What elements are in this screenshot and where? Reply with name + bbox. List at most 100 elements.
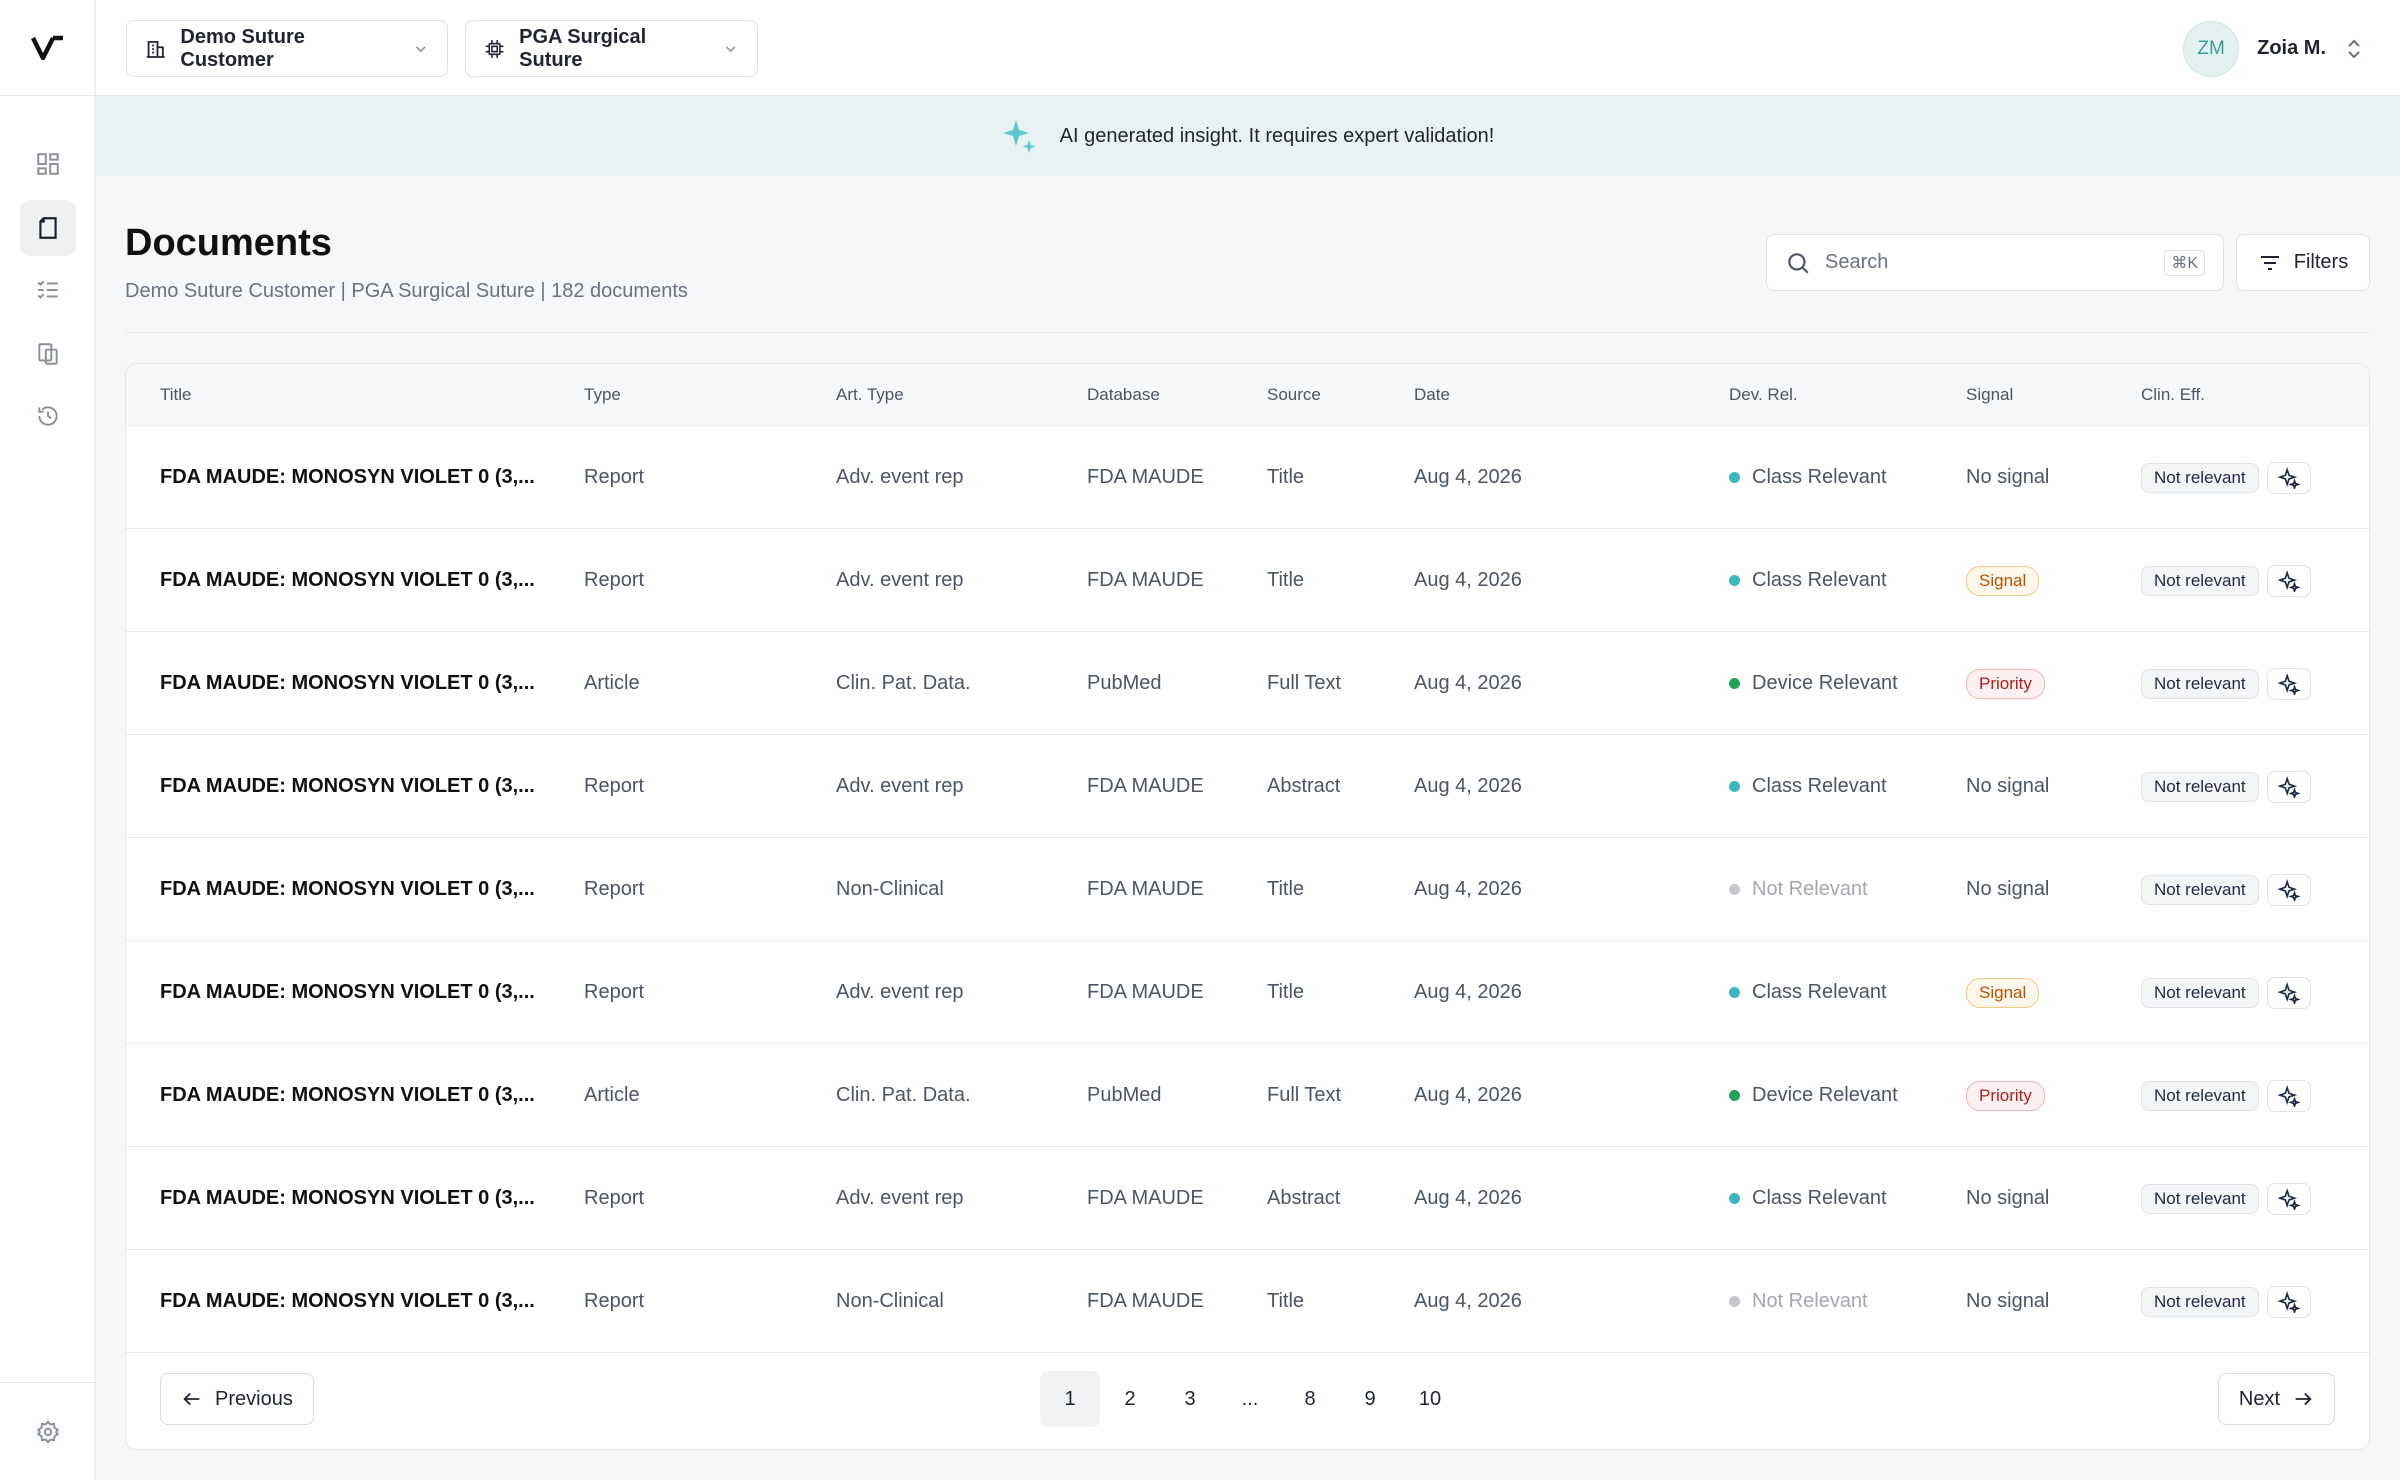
column-header-database[interactable]: Database xyxy=(1087,364,1160,426)
documents-table: Title Type Art. Type Database Source Dat… xyxy=(125,363,2370,1450)
document-title[interactable]: FDA MAUDE: MONOSYN VIOLET 0 (3,... xyxy=(160,1044,535,1147)
dev-relevance: Class Relevant xyxy=(1729,735,1887,838)
page-number-button[interactable]: 1 xyxy=(1040,1371,1100,1427)
document-title[interactable]: FDA MAUDE: MONOSYN VIOLET 0 (3,... xyxy=(160,735,535,838)
next-button[interactable]: Next xyxy=(2217,1373,2335,1425)
search-input[interactable] xyxy=(1825,251,2151,274)
source: Title xyxy=(1267,569,1305,591)
page-number-button[interactable]: 8 xyxy=(1280,1371,1340,1427)
ai-sparkle-button[interactable] xyxy=(2266,1079,2311,1112)
app-logo[interactable] xyxy=(0,0,96,96)
column-header-title[interactable]: Title xyxy=(160,364,192,426)
source: Title xyxy=(1267,1290,1305,1312)
dev-relevance: Class Relevant xyxy=(1729,941,1887,1044)
document-title[interactable]: FDA MAUDE: MONOSYN VIOLET 0 (3,... xyxy=(160,1250,535,1353)
status-dot xyxy=(1729,472,1740,483)
signal: Priority xyxy=(1966,1044,2045,1147)
signal: No signal xyxy=(1966,838,2049,941)
dev-relevance-label: Class Relevant xyxy=(1752,1187,1887,1209)
database: FDA MAUDE xyxy=(1087,569,1204,591)
page-number-button[interactable]: 3 xyxy=(1160,1371,1220,1427)
table-row[interactable]: FDA MAUDE: MONOSYN VIOLET 0 (3,... Report… xyxy=(126,1147,2369,1250)
source: Full Text xyxy=(1267,1084,1342,1106)
user-menu[interactable]: ZM Zoia M. xyxy=(2183,20,2364,77)
document-type: Report xyxy=(584,1290,645,1312)
checklist-icon[interactable] xyxy=(20,262,76,318)
ai-sparkle-button[interactable] xyxy=(2266,1285,2311,1318)
signal-label: No signal xyxy=(1966,878,2050,900)
column-header-type[interactable]: Type xyxy=(584,364,621,426)
document-title[interactable]: FDA MAUDE: MONOSYN VIOLET 0 (3,... xyxy=(160,632,535,735)
avatar: ZM xyxy=(2183,20,2240,77)
filters-button[interactable]: Filters xyxy=(2236,234,2370,291)
dashboard-icon[interactable] xyxy=(20,136,76,192)
table-row[interactable]: FDA MAUDE: MONOSYN VIOLET 0 (3,... Report… xyxy=(126,426,2369,529)
database: FDA MAUDE xyxy=(1087,981,1204,1003)
date: Aug 4, 2026 xyxy=(1414,569,1522,591)
signal: Priority xyxy=(1966,632,2045,735)
compare-documents-icon[interactable] xyxy=(20,326,76,382)
clinical-effectiveness: Not relevant xyxy=(2141,1044,2311,1147)
ai-sparkle-button[interactable] xyxy=(2266,976,2311,1009)
document-type: Report xyxy=(584,569,645,591)
priority-badge: Priority xyxy=(1966,668,2045,699)
table-row[interactable]: FDA MAUDE: MONOSYN VIOLET 0 (3,... Report… xyxy=(126,838,2369,941)
table-row[interactable]: FDA MAUDE: MONOSYN VIOLET 0 (3,... Report… xyxy=(126,941,2369,1044)
settings-icon[interactable] xyxy=(0,1382,96,1480)
clinical-effectiveness: Not relevant xyxy=(2141,1250,2311,1353)
article-type: Non-Clinical xyxy=(836,878,944,900)
ai-sparkle-button[interactable] xyxy=(2266,770,2311,803)
filter-icon xyxy=(2260,255,2279,270)
page-number-button[interactable]: 2 xyxy=(1100,1371,1160,1427)
column-header-source[interactable]: Source xyxy=(1267,364,1321,426)
table-row[interactable]: FDA MAUDE: MONOSYN VIOLET 0 (3,... Report… xyxy=(126,529,2369,632)
status-dot xyxy=(1729,884,1740,895)
table-body: FDA MAUDE: MONOSYN VIOLET 0 (3,... Report… xyxy=(126,426,2369,1353)
column-header-art-type[interactable]: Art. Type xyxy=(836,364,904,426)
ai-sparkle-button[interactable] xyxy=(2266,564,2311,597)
ai-sparkle-button[interactable] xyxy=(2266,1182,2311,1215)
document-title[interactable]: FDA MAUDE: MONOSYN VIOLET 0 (3,... xyxy=(160,529,535,632)
page-number-button[interactable]: 9 xyxy=(1340,1371,1400,1427)
chevron-up-down-icon xyxy=(2348,39,2360,58)
sparkles-icon xyxy=(2277,1084,2300,1107)
search-box[interactable]: ⌘K xyxy=(1766,234,2224,291)
column-header-date[interactable]: Date xyxy=(1414,364,1450,426)
next-label: Next xyxy=(2238,1387,2280,1410)
ai-sparkle-button[interactable] xyxy=(2266,461,2311,494)
dev-relevance: Class Relevant xyxy=(1729,426,1887,529)
banner-text: AI generated insight. It requires expert… xyxy=(1059,124,1495,147)
table-row[interactable]: FDA MAUDE: MONOSYN VIOLET 0 (3,... Articl… xyxy=(126,1044,2369,1147)
dev-relevance: Device Relevant xyxy=(1729,632,1898,735)
table-row[interactable]: FDA MAUDE: MONOSYN VIOLET 0 (3,... Report… xyxy=(126,1250,2369,1353)
page-number-button[interactable]: 10 xyxy=(1400,1371,1460,1427)
document-title[interactable]: FDA MAUDE: MONOSYN VIOLET 0 (3,... xyxy=(160,426,535,529)
document-type: Report xyxy=(584,775,645,797)
product-selector[interactable]: PGA Surgical Suture xyxy=(465,20,758,77)
document-title[interactable]: FDA MAUDE: MONOSYN VIOLET 0 (3,... xyxy=(160,838,535,941)
document-title[interactable]: FDA MAUDE: MONOSYN VIOLET 0 (3,... xyxy=(160,1147,535,1250)
customer-selector[interactable]: Demo Suture Customer xyxy=(126,20,448,77)
article-type: Adv. event rep xyxy=(836,466,964,488)
column-header-clin-eff[interactable]: Clin. Eff. xyxy=(2141,364,2205,426)
ai-sparkle-button[interactable] xyxy=(2266,667,2311,700)
clin-eff-badge: Not relevant xyxy=(2141,874,2259,905)
dev-relevance: Device Relevant xyxy=(1729,1044,1898,1147)
header-divider xyxy=(125,332,2370,333)
table-row[interactable]: FDA MAUDE: MONOSYN VIOLET 0 (3,... Articl… xyxy=(126,632,2369,735)
previous-button[interactable]: Previous xyxy=(160,1373,314,1425)
date: Aug 4, 2026 xyxy=(1414,878,1522,900)
sidebar xyxy=(0,0,96,1480)
dev-relevance-label: Class Relevant xyxy=(1752,569,1887,591)
table-row[interactable]: FDA MAUDE: MONOSYN VIOLET 0 (3,... Report… xyxy=(126,735,2369,838)
column-header-signal[interactable]: Signal xyxy=(1966,364,2013,426)
source: Full Text xyxy=(1267,672,1342,694)
column-header-dev-rel[interactable]: Dev. Rel. xyxy=(1729,364,1798,426)
signal-label: No signal xyxy=(1966,1187,2050,1209)
pagination: Previous 1 2 3... 8 9 10 Next xyxy=(126,1351,2369,1449)
documents-icon[interactable] xyxy=(20,200,76,256)
history-icon[interactable] xyxy=(20,388,76,444)
ai-sparkle-button[interactable] xyxy=(2266,873,2311,906)
status-dot xyxy=(1729,781,1740,792)
document-title[interactable]: FDA MAUDE: MONOSYN VIOLET 0 (3,... xyxy=(160,941,535,1044)
